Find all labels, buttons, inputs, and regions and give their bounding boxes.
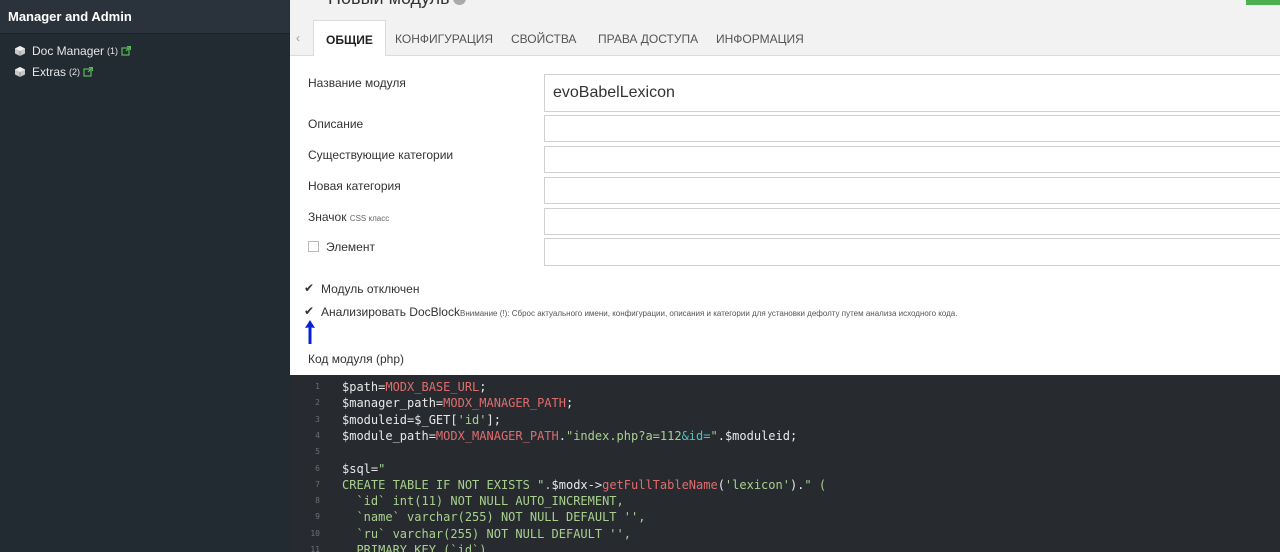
new-category-label: Новая категория (308, 179, 401, 193)
tree-item-extras[interactable]: Extras (2) (14, 65, 94, 79)
line-number: 8 (315, 496, 320, 506)
code-text: $manager_path=MODX_MANAGER_PATH; (342, 396, 574, 411)
docblock-label: Анализировать DocBlockВнимание (!): Сбро… (321, 305, 957, 319)
code-text: `name` varchar(255) NOT NULL DEFAULT '', (342, 510, 646, 525)
tree-item-doc-manager[interactable]: Doc Manager (1) (14, 44, 132, 58)
code-text: $sql=" (342, 461, 386, 476)
tab-general[interactable]: ОБЩИЕ (313, 20, 386, 57)
line-number: 10 (310, 528, 320, 538)
docblock-label-text: Анализировать DocBlock (321, 305, 460, 319)
cube-icon (15, 46, 25, 56)
sidebar-header: Manager and Admin (0, 0, 290, 34)
docblock-warning: Внимание (!): Сброс актуального имени, к… (459, 309, 958, 318)
icon-css-input[interactable] (544, 208, 1280, 235)
arrow-annotation-icon (305, 320, 315, 344)
save-button[interactable] (1246, 0, 1280, 5)
code-text: CREATE TABLE IF NOT EXISTS ".$modx->getF… (342, 477, 827, 492)
code-text: $path=MODX_BASE_URL; (342, 380, 487, 394)
element-label: Элемент (326, 240, 375, 254)
existing-categories-label: Существующие категории (308, 148, 454, 162)
icon-label-text: Значок (308, 210, 347, 224)
sidebar: Manager and Admin Doc Manager (1) Extras… (0, 0, 290, 552)
line-number: 4 (315, 430, 320, 440)
disabled-checkbox[interactable]: ✔ (304, 281, 314, 295)
help-icon[interactable] (453, 0, 466, 5)
module-name-input[interactable]: evoBabelLexicon (544, 74, 1280, 112)
code-text: `id` int(11) NOT NULL AUTO_INCREMENT, (342, 494, 624, 509)
code-text: $module_path=MODX_MANAGER_PATH."index.ph… (342, 428, 798, 443)
docblock-checkbox[interactable]: ✔ (304, 304, 314, 318)
line-number: 9 (315, 512, 320, 522)
external-link-icon[interactable] (121, 46, 132, 56)
line-number: 2 (315, 398, 320, 408)
description-input[interactable] (544, 115, 1280, 142)
main-content: Новый модуль ‹ ОБЩИЕ КОНФИГУРАЦИЯ СВОЙСТ… (290, 0, 1280, 552)
code-text: $moduleid=$_GET['id']; (342, 412, 501, 427)
line-number: 3 (315, 414, 320, 424)
icon-sublabel: CSS класс (349, 214, 390, 223)
cube-icon (15, 67, 25, 77)
description-label: Описание (308, 117, 364, 131)
module-code-label: Код модуля (php) (308, 352, 404, 366)
tree-item-count: (2) (69, 67, 81, 77)
code-text: `ru` varchar(255) NOT NULL DEFAULT '', (342, 526, 631, 541)
line-number: 7 (315, 479, 320, 489)
tab-info[interactable]: ИНФОРМАЦИЯ (716, 20, 804, 56)
tabs-scroll-left-icon[interactable]: ‹ (296, 31, 300, 45)
line-number: 1 (315, 382, 320, 391)
line-number: 6 (315, 463, 320, 473)
tab-properties[interactable]: СВОЙСТВА (511, 20, 576, 56)
line-number: 11 (310, 545, 320, 552)
element-select[interactable] (544, 238, 1280, 266)
existing-categories-select[interactable] (544, 146, 1280, 173)
page-title: Новый модуль (328, 0, 450, 9)
disabled-label: Модуль отключен (321, 282, 420, 296)
tab-bar: ‹ ОБЩИЕ КОНФИГУРАЦИЯ СВОЙСТВА ПРАВА ДОСТ… (290, 20, 1280, 57)
element-checkbox[interactable] (308, 241, 319, 252)
line-number: 5 (315, 447, 320, 457)
new-category-input[interactable] (544, 177, 1280, 204)
code-editor[interactable]: 1 $path=MODX_BASE_URL; 2 $manager_path=MODX… (290, 375, 1280, 552)
general-panel: Название модуля evoBabelLexicon Описание… (290, 56, 1280, 375)
icon-label: Значок CSS класс (308, 210, 389, 224)
module-name-label: Название модуля (308, 76, 406, 90)
code-text: PRIMARY KEY (`id`) (342, 543, 487, 552)
tree-item-count: (1) (107, 46, 119, 56)
tree-item-label: Extras (32, 65, 67, 79)
tab-access-rights[interactable]: ПРАВА ДОСТУПА (598, 20, 698, 56)
tab-configuration[interactable]: КОНФИГУРАЦИЯ (395, 20, 493, 56)
tree-item-label: Doc Manager (32, 44, 105, 58)
external-link-icon[interactable] (83, 67, 94, 77)
